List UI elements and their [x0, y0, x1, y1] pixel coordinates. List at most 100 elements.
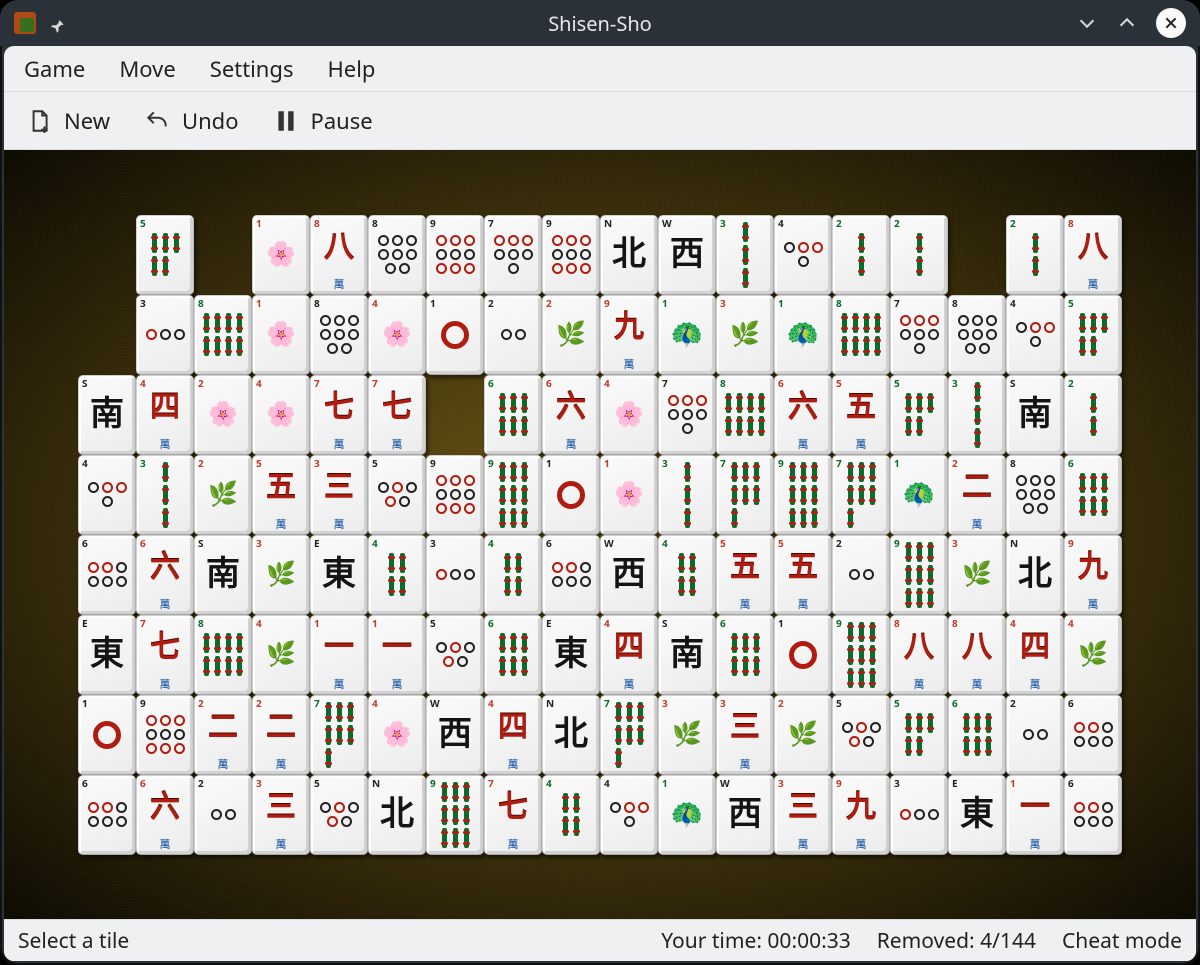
mahjong-tile[interactable]: 1一萬 — [310, 615, 368, 695]
mahjong-tile[interactable]: 7七萬 — [484, 775, 542, 855]
mahjong-tile[interactable]: 6 — [484, 375, 542, 455]
mahjong-tile[interactable]: 2 — [1006, 695, 1064, 775]
mahjong-tile[interactable]: 2🌸 — [194, 375, 252, 455]
mahjong-tile[interactable]: 6六萬 — [136, 535, 194, 615]
mahjong-tile[interactable]: 3 — [658, 455, 716, 535]
mahjong-tile[interactable]: 7 — [658, 375, 716, 455]
mahjong-tile[interactable]: 3 — [136, 455, 194, 535]
mahjong-tile[interactable]: 2🌿 — [774, 695, 832, 775]
mahjong-tile[interactable]: 7 — [890, 295, 948, 375]
mahjong-tile[interactable]: 2 — [194, 775, 252, 855]
mahjong-tile[interactable]: S南 — [1006, 375, 1064, 455]
mahjong-tile[interactable]: S南 — [658, 615, 716, 695]
mahjong-tile[interactable]: 1🦚 — [658, 295, 716, 375]
mahjong-tile[interactable]: 5 — [832, 695, 890, 775]
mahjong-tile[interactable]: 4 — [78, 455, 136, 535]
mahjong-tile[interactable]: 3 — [890, 775, 948, 855]
mahjong-tile[interactable]: W西 — [716, 775, 774, 855]
mahjong-tile[interactable]: 6 — [1064, 695, 1122, 775]
mahjong-tile[interactable]: W西 — [426, 695, 484, 775]
mahjong-tile[interactable]: 4四萬 — [484, 695, 542, 775]
mahjong-tile[interactable]: 4 — [542, 775, 600, 855]
mahjong-tile[interactable]: 5 — [1064, 295, 1122, 375]
mahjong-tile[interactable]: 2🌿 — [542, 295, 600, 375]
mahjong-tile[interactable]: N北 — [542, 695, 600, 775]
mahjong-tile[interactable]: 2二萬 — [948, 455, 1006, 535]
new-button[interactable]: New — [26, 106, 110, 136]
mahjong-tile[interactable]: W西 — [658, 215, 716, 295]
mahjong-tile[interactable]: 2二萬 — [194, 695, 252, 775]
mahjong-tile[interactable]: 1🌸 — [600, 455, 658, 535]
mahjong-tile[interactable]: 7 — [310, 695, 368, 775]
mahjong-tile[interactable]: 1 — [542, 455, 600, 535]
mahjong-tile[interactable]: 6 — [1064, 455, 1122, 535]
mahjong-tile[interactable]: S南 — [78, 375, 136, 455]
mahjong-tile[interactable]: 6六萬 — [774, 375, 832, 455]
mahjong-tile[interactable]: E東 — [948, 775, 1006, 855]
mahjong-tile[interactable]: 8八萬 — [890, 615, 948, 695]
undo-button[interactable]: Undo — [144, 106, 239, 136]
mahjong-tile[interactable]: 3三萬 — [310, 455, 368, 535]
mahjong-tile[interactable]: 1 — [426, 295, 484, 375]
maximize-button[interactable] — [1116, 12, 1138, 34]
mahjong-tile[interactable]: 8 — [310, 295, 368, 375]
mahjong-tile[interactable]: 3🌿 — [658, 695, 716, 775]
menu-game[interactable]: Game — [24, 54, 85, 84]
mahjong-tile[interactable]: 6 — [542, 535, 600, 615]
mahjong-tile[interactable]: 9 — [542, 215, 600, 295]
mahjong-tile[interactable]: 3🌿 — [948, 535, 1006, 615]
mahjong-tile[interactable]: 7七萬 — [136, 615, 194, 695]
mahjong-tile[interactable]: S南 — [194, 535, 252, 615]
mahjong-tile[interactable]: 3🌿 — [716, 295, 774, 375]
mahjong-tile[interactable]: 9 — [426, 455, 484, 535]
mahjong-tile[interactable]: 2二萬 — [252, 695, 310, 775]
mahjong-tile[interactable]: 4🌸 — [252, 375, 310, 455]
mahjong-tile[interactable]: 9 — [484, 455, 542, 535]
mahjong-tile[interactable]: 4 — [1006, 295, 1064, 375]
mahjong-tile[interactable]: 2 — [890, 215, 948, 295]
mahjong-tile[interactable]: 4 — [484, 535, 542, 615]
titlebar[interactable]: Shisen-Sho — [0, 0, 1200, 46]
mahjong-tile[interactable]: 8 — [194, 615, 252, 695]
mahjong-tile[interactable]: 7 — [600, 695, 658, 775]
minimize-button[interactable] — [1076, 12, 1098, 34]
mahjong-tile[interactable]: 7 — [832, 455, 890, 535]
mahjong-tile[interactable]: 2 — [1064, 375, 1122, 455]
mahjong-tile[interactable]: 2 — [832, 535, 890, 615]
mahjong-tile[interactable]: 9九萬 — [1064, 535, 1122, 615]
mahjong-tile[interactable]: 4🌸 — [368, 295, 426, 375]
mahjong-tile[interactable]: E東 — [78, 615, 136, 695]
mahjong-tile[interactable]: 4 — [600, 775, 658, 855]
mahjong-tile[interactable]: N北 — [600, 215, 658, 295]
mahjong-tile[interactable]: 3 — [136, 295, 194, 375]
mahjong-tile[interactable]: 8 — [716, 375, 774, 455]
mahjong-tile[interactable]: 8 — [368, 215, 426, 295]
mahjong-tile[interactable]: 2🌿 — [194, 455, 252, 535]
mahjong-tile[interactable]: N北 — [368, 775, 426, 855]
mahjong-tile[interactable]: 9 — [426, 775, 484, 855]
mahjong-tile[interactable]: 1一萬 — [1006, 775, 1064, 855]
mahjong-tile[interactable]: 1🦚 — [658, 775, 716, 855]
menu-move[interactable]: Move — [119, 54, 175, 84]
mahjong-tile[interactable]: 1 — [774, 615, 832, 695]
mahjong-tile[interactable]: 5 — [310, 775, 368, 855]
mahjong-tile[interactable]: 5五萬 — [774, 535, 832, 615]
mahjong-tile[interactable]: 4四萬 — [136, 375, 194, 455]
mahjong-tile[interactable]: 1🌸 — [252, 215, 310, 295]
mahjong-tile[interactable]: 6六萬 — [136, 775, 194, 855]
mahjong-tile[interactable]: 6 — [1064, 775, 1122, 855]
mahjong-tile[interactable]: 3 — [426, 535, 484, 615]
mahjong-tile[interactable]: 6 — [484, 615, 542, 695]
mahjong-tile[interactable]: 7七萬 — [368, 375, 426, 455]
mahjong-tile[interactable]: 5 — [368, 455, 426, 535]
mahjong-tile[interactable]: 7 — [484, 215, 542, 295]
mahjong-tile[interactable]: 1🦚 — [774, 295, 832, 375]
mahjong-tile[interactable]: 2 — [832, 215, 890, 295]
mahjong-tile[interactable]: 4🌿 — [252, 615, 310, 695]
mahjong-tile[interactable]: 9 — [136, 695, 194, 775]
mahjong-tile[interactable]: 1🦚 — [890, 455, 948, 535]
menu-settings[interactable]: Settings — [210, 54, 294, 84]
mahjong-tile[interactable]: 4四萬 — [600, 615, 658, 695]
mahjong-tile[interactable]: 5 — [890, 375, 948, 455]
mahjong-tile[interactable]: 3 — [948, 375, 1006, 455]
